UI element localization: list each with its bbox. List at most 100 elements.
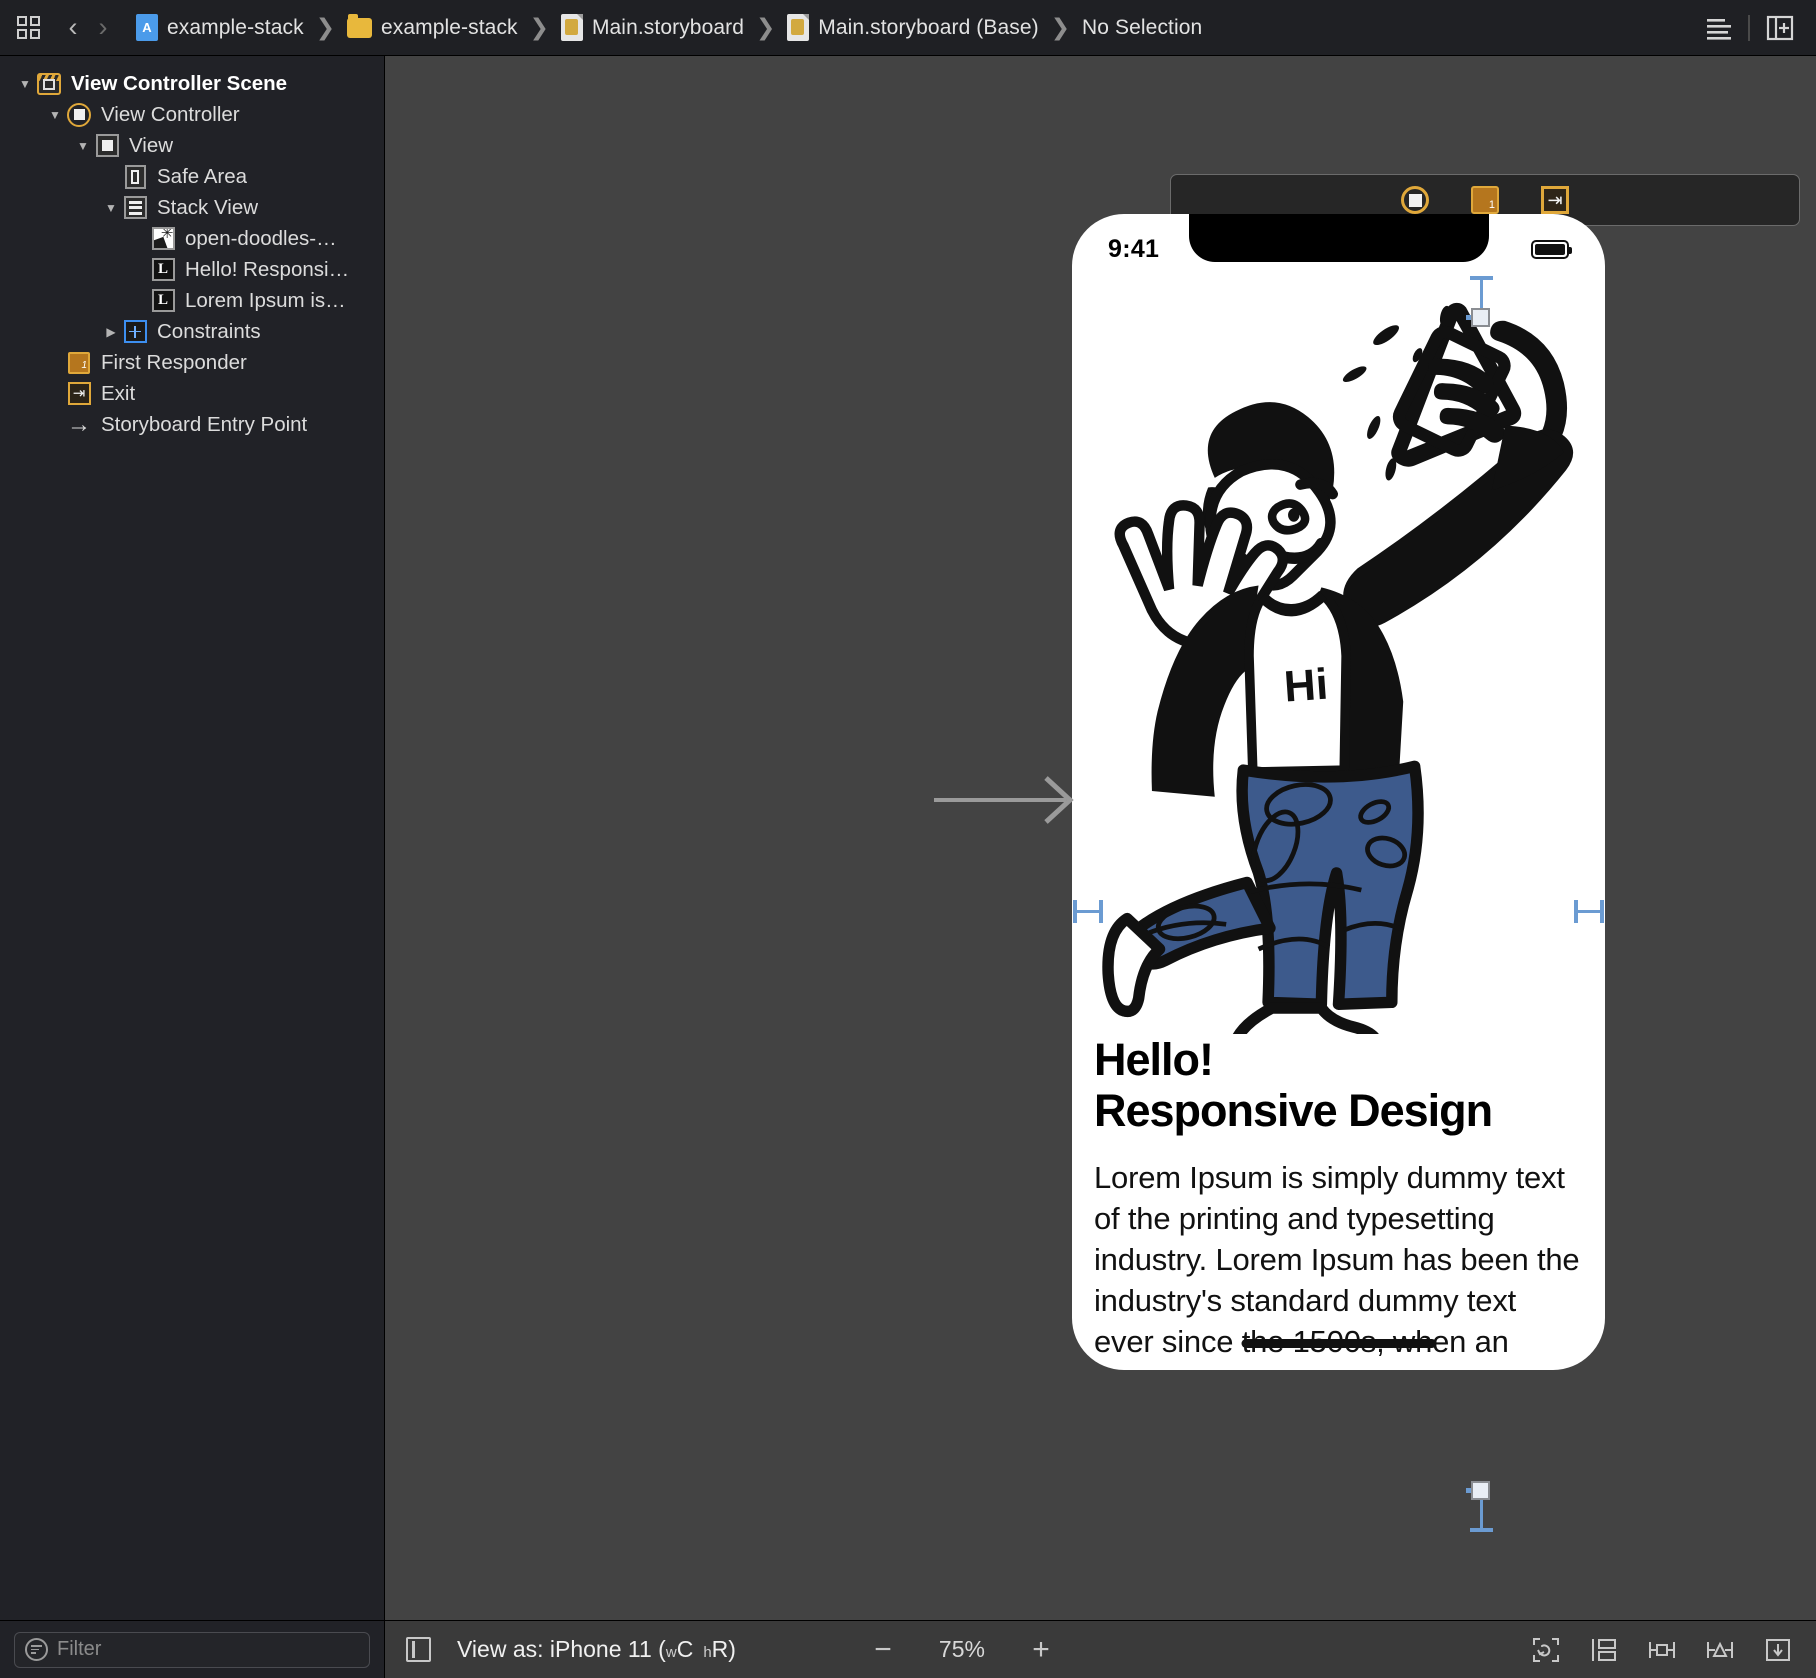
outline-item-safe-area[interactable]: ▼ Safe Area [0,161,384,192]
open-doodles-illustration[interactable]: Hi [1072,274,1605,1034]
outline-item-label: Hello! Responsi… [185,257,350,281]
trailing-constraint-line[interactable] [1574,900,1604,923]
swift-project-icon [136,14,158,41]
grid-library-icon[interactable] [14,13,44,43]
status-time: 9:41 [1108,234,1160,263]
twisty-down-icon[interactable]: ▼ [14,77,36,91]
forward-button[interactable]: › [90,13,116,43]
view-controller-badge-icon[interactable] [1398,183,1432,217]
view-icon [94,133,120,159]
outline-item-label: View Controller Scene [71,71,288,95]
breadcrumb-toolbar: ‹ › example-stack ❯ example-stack ❯ Main… [0,0,1816,56]
headline-line-1: Hello! [1094,1034,1214,1085]
constraint-cap [1073,900,1077,923]
outline-item-label: View Controller [101,102,240,126]
headline-label[interactable]: Hello! Responsive Design [1094,1034,1583,1137]
twisty-right-icon[interactable]: ▶ [100,325,122,339]
twisty-down-icon[interactable]: ▼ [72,139,94,153]
storyboard-file-icon [560,14,583,41]
back-button[interactable]: ‹ [60,13,86,43]
resolve-auto-layout-icon[interactable] [1762,1635,1794,1665]
view-as-width-value: C [676,1636,694,1662]
add-constraints-icon[interactable] [1704,1635,1736,1665]
home-indicator [1241,1339,1436,1348]
outline-item-view-controller-scene[interactable]: ▼ View Controller Scene [0,68,384,99]
view-as-control[interactable]: View as: iPhone 11 ( w C h R ) [457,1636,736,1663]
entry-point-arrow-icon: → [67,410,91,438]
bottom-constraint-handle[interactable] [1466,1481,1490,1500]
breadcrumb-label: example-stack [167,15,304,39]
battery-icon [1531,239,1572,259]
iphone-preview[interactable]: 9:41 Hi Hello! Responsive Design Lorem I… [1072,214,1605,1370]
zoom-out-button[interactable]: − [868,1634,898,1665]
outline-item-view[interactable]: ▼ View [0,130,384,161]
outline-item-label: Lorem Ipsum is… [185,288,346,312]
label-icon: L [150,257,176,283]
outline-item-label: Storyboard Entry Point [101,412,308,436]
add-editor-icon[interactable] [1758,10,1802,46]
canvas-bottom-bar: View as: iPhone 11 ( w C h R ) − 75% + [385,1620,1816,1678]
exit-badge-icon[interactable]: ⇥ [1538,183,1572,217]
constraint-cap [1470,276,1493,280]
auto-layout-buttons [1530,1635,1794,1665]
top-constraint-line[interactable] [1470,276,1493,308]
document-outline-sidebar: ▼ View Controller Scene ▼ View Controlle… [0,56,385,1678]
twisty-down-icon[interactable]: ▼ [44,108,66,122]
image-view-icon [150,226,176,252]
outline-item-exit[interactable]: ▼ Exit [0,378,384,409]
body-label[interactable]: Lorem Ipsum is simply dummy text of the … [1094,1157,1583,1370]
exit-icon [66,381,92,407]
storyboard-file-icon [787,14,810,41]
outline-item-image-view[interactable]: ▼ open-doodles-… [0,223,384,254]
breadcrumb-label: Main.storyboard [591,15,745,39]
outline-item-label: Stack View [157,195,259,219]
breadcrumb-item-selection[interactable]: No Selection [1082,16,1202,40]
twisty-down-icon[interactable]: ▼ [100,201,122,215]
outline-item-label-lorem[interactable]: ▼ L Lorem Ipsum is… [0,285,384,316]
filter-placeholder: Filter [57,1638,102,1660]
outline-item-label-hello[interactable]: ▼ L Hello! Responsi… [0,254,384,285]
update-frames-icon[interactable] [1530,1635,1562,1665]
view-as-prefix: View as: iPhone 11 ( [457,1636,666,1662]
outline-item-storyboard-entry-point[interactable]: ▼ → Storyboard Entry Point [0,409,384,440]
breadcrumb-separator: ❯ [315,14,335,40]
svg-text:Hi: Hi [1282,660,1329,712]
toolbar-divider [1748,14,1750,41]
outline-item-constraints[interactable]: ▶ Constraints [0,316,384,347]
outline-item-label: Exit [101,381,136,405]
breadcrumb-separator: ❯ [529,14,549,40]
headline-line-2: Responsive Design [1094,1085,1493,1137]
zoom-level: 75% [938,1636,985,1662]
filter-icon [25,1638,48,1661]
xcode-window: ‹ › example-stack ❯ example-stack ❯ Main… [0,0,1816,1678]
constraint-cap [1099,900,1103,923]
outline-item-view-controller[interactable]: ▼ View Controller [0,99,384,130]
breadcrumb-label: No Selection [1082,15,1203,39]
breadcrumb-separator: ❯ [756,14,776,40]
zoom-in-button[interactable]: + [1026,1634,1056,1665]
leading-constraint-line[interactable] [1073,900,1103,923]
outline-item-label: open-doodles-… [185,226,337,250]
filter-input[interactable]: Filter [14,1631,370,1668]
breadcrumb-item-folder[interactable]: example-stack [346,13,518,40]
embed-in-icon[interactable] [1588,1635,1620,1665]
first-responder-icon: 1 [66,350,92,376]
interface-builder-canvas[interactable]: 1 ⇥ 9:41 Hi Hello! Responsive Design Lor… [385,56,1816,1620]
align-icon[interactable] [1646,1635,1678,1665]
outline-item-stack-view[interactable]: ▼ Stack View [0,192,384,223]
folder-icon [346,13,372,38]
bottom-constraint-line[interactable] [1470,1500,1493,1532]
breadcrumb-label: example-stack [380,15,518,39]
main-body: ▼ View Controller Scene ▼ View Controlle… [0,56,1816,1678]
breadcrumb-item-storyboard-base[interactable]: Main.storyboard (Base) [787,14,1039,41]
canvas-area: 1 ⇥ 9:41 Hi Hello! Responsive Design Lor… [385,56,1816,1678]
text-block: Hello! Responsive Design Lorem Ipsum is … [1072,1034,1605,1370]
show-document-outline-icon[interactable] [401,1635,435,1665]
first-responder-badge-icon[interactable]: 1 [1468,183,1502,217]
outline-item-first-responder[interactable]: ▼ 1 First Responder [0,347,384,378]
view-as-height-key: h [703,1644,712,1661]
breadcrumb-item-storyboard[interactable]: Main.storyboard [560,14,745,41]
editor-options-icon[interactable] [1696,10,1740,46]
top-constraint-handle[interactable] [1466,308,1490,327]
breadcrumb-item-project[interactable]: example-stack [136,14,304,41]
